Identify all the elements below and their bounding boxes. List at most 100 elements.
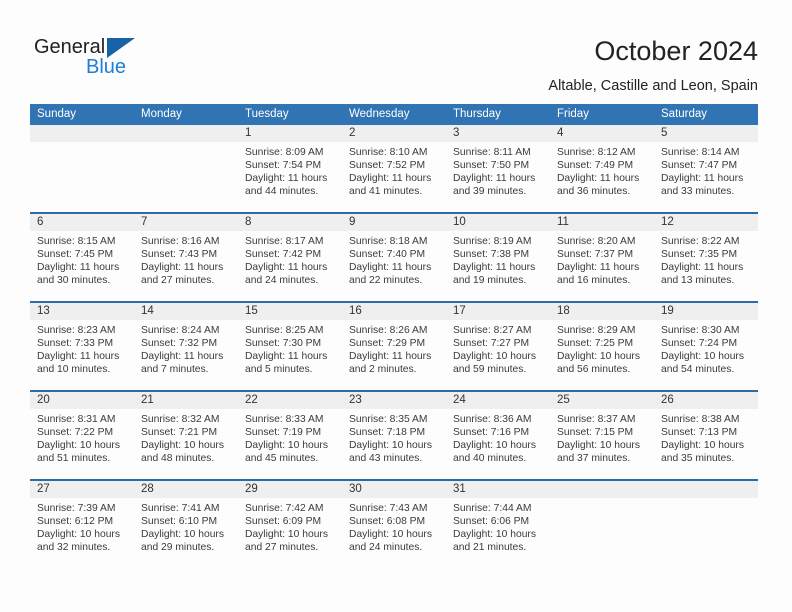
calendar-day-cell[interactable]: 23 Sunrise: 8:35 AM Sunset: 7:18 PM Dayligh… [342,392,446,479]
day-number: 25 [550,392,654,409]
calendar-day-cell[interactable]: 29 Sunrise: 7:42 AM Sunset: 6:09 PM Dayligh… [238,481,342,568]
general-blue-logo[interactable]: General Blue [34,36,184,82]
day-number [654,481,758,498]
page-header: General Blue October 2024 Altable, Casti… [0,0,792,104]
day-number: 16 [342,303,446,320]
sunset-text: Sunset: 7:35 PM [661,249,738,261]
sunrise-text: Sunrise: 8:35 AM [349,414,428,425]
calendar-day-cell[interactable]: 10 Sunrise: 8:19 AM Sunset: 7:38 PM Dayligh… [446,214,550,301]
day-details: Sunrise: 8:16 AM Sunset: 7:43 PM Daylight:… [134,231,238,293]
sunset-text: Sunset: 7:52 PM [349,160,426,172]
day-details: Sunrise: 7:44 AM Sunset: 6:06 PM Daylight:… [446,498,550,560]
calendar-week-row: 20 Sunrise: 8:31 AM Sunset: 7:22 PM Dayligh… [30,390,758,479]
day-details: Sunrise: 8:23 AM Sunset: 7:33 PM Daylight:… [30,320,134,382]
day-details: Sunrise: 8:20 AM Sunset: 7:37 PM Daylight:… [550,231,654,293]
day-number [550,481,654,498]
calendar-week-row: 1 Sunrise: 8:09 AM Sunset: 7:54 PM Daylight… [30,125,758,212]
calendar-day-cell[interactable]: 9 Sunrise: 8:18 AM Sunset: 7:40 PM Daylight… [342,214,446,301]
calendar-day-cell[interactable]: 6 Sunrise: 8:15 AM Sunset: 7:45 PM Daylight… [30,214,134,301]
calendar-day-cell-empty [134,125,238,212]
calendar-day-cell[interactable]: 17 Sunrise: 8:27 AM Sunset: 7:27 PM Dayligh… [446,303,550,390]
day-number: 31 [446,481,550,498]
day-header-tuesday: Tuesday [245,108,289,120]
calendar-day-cell[interactable]: 8 Sunrise: 8:17 AM Sunset: 7:42 PM Daylight… [238,214,342,301]
sunrise-text: Sunrise: 8:30 AM [661,325,740,336]
calendar-day-cell[interactable]: 5 Sunrise: 8:14 AM Sunset: 7:47 PM Daylight… [654,125,758,212]
sunrise-text: Sunrise: 8:12 AM [557,147,636,158]
daylight-text-line2: and 40 minutes. [453,453,527,465]
sunset-text: Sunset: 7:16 PM [453,427,530,439]
calendar-day-cell[interactable]: 3 Sunrise: 8:11 AM Sunset: 7:50 PM Daylight… [446,125,550,212]
calendar-day-cell[interactable]: 1 Sunrise: 8:09 AM Sunset: 7:54 PM Daylight… [238,125,342,212]
calendar-day-cell[interactable]: 27 Sunrise: 7:39 AM Sunset: 6:12 PM Dayligh… [30,481,134,568]
logo-text-general: General [34,36,106,58]
day-details: Sunrise: 8:24 AM Sunset: 7:32 PM Daylight:… [134,320,238,382]
calendar-day-cell[interactable]: 26 Sunrise: 8:38 AM Sunset: 7:13 PM Dayligh… [654,392,758,479]
sunrise-text: Sunrise: 8:22 AM [661,236,740,247]
day-details: Sunrise: 8:30 AM Sunset: 7:24 PM Daylight:… [654,320,758,382]
calendar-day-cell[interactable]: 25 Sunrise: 8:37 AM Sunset: 7:15 PM Dayligh… [550,392,654,479]
calendar-day-cell[interactable]: 24 Sunrise: 8:36 AM Sunset: 7:16 PM Dayligh… [446,392,550,479]
sunset-text: Sunset: 7:54 PM [245,160,322,172]
calendar-day-cell[interactable]: 16 Sunrise: 8:26 AM Sunset: 7:29 PM Dayligh… [342,303,446,390]
calendar-day-cell[interactable]: 4 Sunrise: 8:12 AM Sunset: 7:49 PM Daylight… [550,125,654,212]
day-details: Sunrise: 8:29 AM Sunset: 7:25 PM Daylight:… [550,320,654,382]
day-number [134,125,238,142]
sunrise-text: Sunrise: 8:23 AM [37,325,116,336]
calendar-day-cell[interactable]: 22 Sunrise: 8:33 AM Sunset: 7:19 PM Dayligh… [238,392,342,479]
calendar-day-cell[interactable]: 14 Sunrise: 8:24 AM Sunset: 7:32 PM Dayligh… [134,303,238,390]
calendar-day-cell[interactable]: 13 Sunrise: 8:23 AM Sunset: 7:33 PM Dayligh… [30,303,134,390]
daylight-text-line1: Daylight: 10 hours [557,440,640,452]
calendar-day-cell[interactable]: 7 Sunrise: 8:16 AM Sunset: 7:43 PM Daylight… [134,214,238,301]
daylight-text-line2: and 33 minutes. [661,186,735,198]
sunset-text: Sunset: 6:09 PM [245,516,322,528]
day-details: Sunrise: 8:18 AM Sunset: 7:40 PM Daylight:… [342,231,446,293]
day-details: Sunrise: 7:43 AM Sunset: 6:08 PM Daylight:… [342,498,446,560]
daylight-text-line1: Daylight: 11 hours [661,262,744,274]
sunset-text: Sunset: 7:33 PM [37,338,114,350]
daylight-text-line2: and 13 minutes. [661,275,735,287]
sunrise-text: Sunrise: 8:16 AM [141,236,220,247]
calendar-day-cell[interactable]: 19 Sunrise: 8:30 AM Sunset: 7:24 PM Dayligh… [654,303,758,390]
daylight-text-line2: and 27 minutes. [245,542,319,554]
day-details: Sunrise: 7:42 AM Sunset: 6:09 PM Daylight:… [238,498,342,560]
calendar-day-cell[interactable]: 18 Sunrise: 8:29 AM Sunset: 7:25 PM Dayligh… [550,303,654,390]
day-header-thursday: Thursday [453,108,501,120]
daylight-text-line2: and 24 minutes. [245,275,319,287]
calendar-day-cell[interactable]: 20 Sunrise: 8:31 AM Sunset: 7:22 PM Dayligh… [30,392,134,479]
sunrise-text: Sunrise: 8:10 AM [349,147,428,158]
calendar-day-cell[interactable]: 15 Sunrise: 8:25 AM Sunset: 7:30 PM Dayligh… [238,303,342,390]
day-number: 13 [30,303,134,320]
calendar-day-cell[interactable]: 21 Sunrise: 8:32 AM Sunset: 7:21 PM Dayligh… [134,392,238,479]
sunrise-text: Sunrise: 8:11 AM [453,147,531,158]
calendar-day-cell[interactable]: 2 Sunrise: 8:10 AM Sunset: 7:52 PM Daylight… [342,125,446,212]
sunset-text: Sunset: 7:18 PM [349,427,426,439]
calendar-week-row: 13 Sunrise: 8:23 AM Sunset: 7:33 PM Dayligh… [30,301,758,390]
daylight-text-line2: and 32 minutes. [37,542,111,554]
day-number: 29 [238,481,342,498]
calendar-day-cell[interactable]: 12 Sunrise: 8:22 AM Sunset: 7:35 PM Dayligh… [654,214,758,301]
daylight-text-line2: and 36 minutes. [557,186,631,198]
calendar-day-cell-empty [550,481,654,568]
daylight-text-line1: Daylight: 11 hours [37,351,120,363]
day-number: 5 [654,125,758,142]
sunset-text: Sunset: 7:47 PM [661,160,738,172]
sunset-text: Sunset: 7:22 PM [37,427,114,439]
day-number: 17 [446,303,550,320]
sunrise-text: Sunrise: 8:20 AM [557,236,636,247]
calendar-day-cell[interactable]: 28 Sunrise: 7:41 AM Sunset: 6:10 PM Dayligh… [134,481,238,568]
daylight-text-line2: and 19 minutes. [453,275,527,287]
daylight-text-line2: and 56 minutes. [557,364,631,376]
calendar-day-cell[interactable]: 11 Sunrise: 8:20 AM Sunset: 7:37 PM Dayligh… [550,214,654,301]
daylight-text-line1: Daylight: 11 hours [245,262,328,274]
day-details: Sunrise: 8:09 AM Sunset: 7:54 PM Daylight:… [238,142,342,204]
daylight-text-line2: and 48 minutes. [141,453,215,465]
sunset-text: Sunset: 7:21 PM [141,427,218,439]
day-details: Sunrise: 8:11 AM Sunset: 7:50 PM Daylight:… [446,142,550,204]
sunrise-text: Sunrise: 7:41 AM [141,503,220,514]
sunrise-text: Sunrise: 8:19 AM [453,236,532,247]
calendar-day-cell[interactable]: 31 Sunrise: 7:44 AM Sunset: 6:06 PM Dayligh… [446,481,550,568]
calendar-day-cell[interactable]: 30 Sunrise: 7:43 AM Sunset: 6:08 PM Dayligh… [342,481,446,568]
day-details: Sunrise: 8:37 AM Sunset: 7:15 PM Daylight:… [550,409,654,471]
day-details: Sunrise: 8:10 AM Sunset: 7:52 PM Daylight:… [342,142,446,204]
